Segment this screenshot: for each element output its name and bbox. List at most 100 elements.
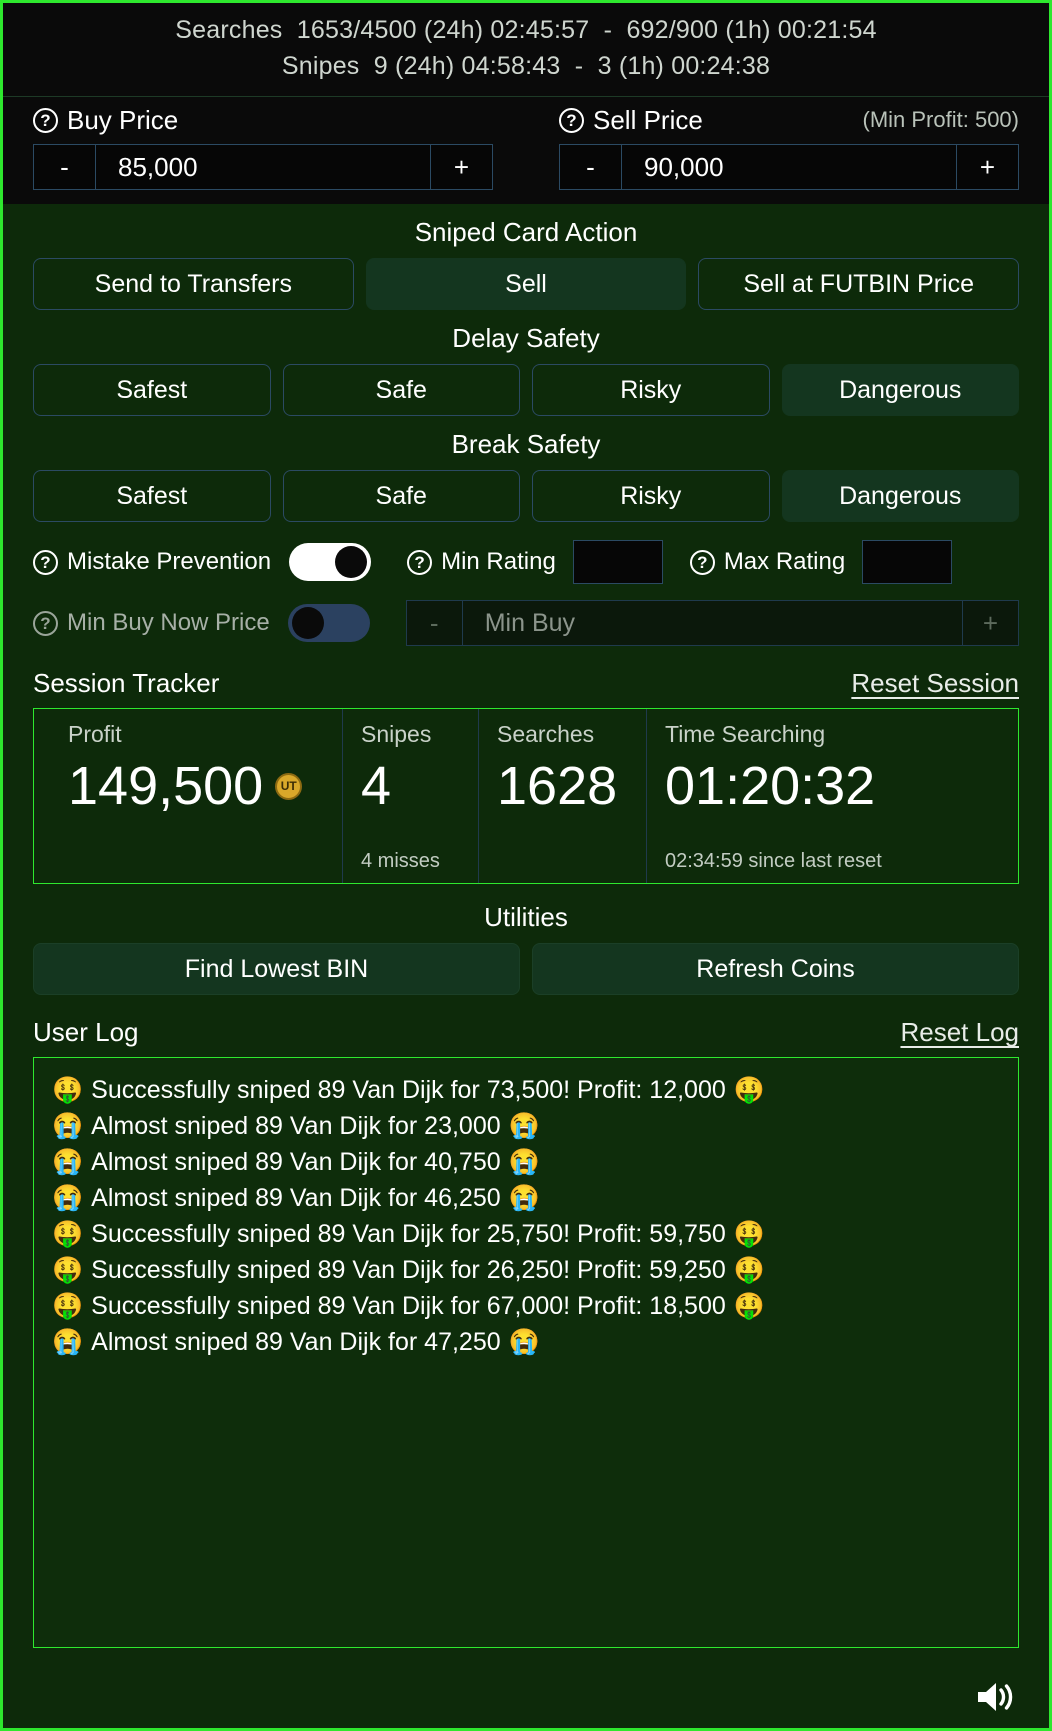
- user-log-list[interactable]: 🤑 Successfully sniped 89 Van Dijk for 73…: [33, 1057, 1019, 1648]
- delay-safety-safest-button[interactable]: Safest: [33, 364, 271, 416]
- session-tracker-panel: Profit 149,500 UT Snipes 4 4 misses Sear…: [33, 708, 1019, 884]
- min-buy-now-price-label: Min Buy Now Price: [67, 609, 270, 636]
- log-entry-text: Successfully sniped 89 Van Dijk for 67,0…: [91, 1292, 726, 1320]
- log-entry: 🤑 Successfully sniped 89 Van Dijk for 73…: [52, 1072, 1008, 1108]
- crying-face-icon: 😭: [52, 1147, 84, 1176]
- break-safety-safest-button[interactable]: Safest: [33, 470, 271, 522]
- sell-price-decrement-button[interactable]: -: [560, 145, 622, 189]
- sell-price-group: ? Sell Price (Min Profit: 500) - +: [559, 105, 1019, 190]
- searches-value: 1628: [497, 756, 618, 816]
- min-rating-input[interactable]: [572, 540, 663, 584]
- time-since-last-reset: 02:34:59 since last reset: [665, 850, 882, 872]
- delay-safety-safe-button[interactable]: Safe: [282, 364, 520, 416]
- log-entry-text: Almost sniped 89 Van Dijk for 46,250: [91, 1184, 501, 1212]
- min-buy-now-price-toggle[interactable]: [287, 604, 370, 642]
- price-area: ? Buy Price - + ? Sell Price (Min Profit…: [3, 97, 1049, 204]
- break-safety-group: Safest Safe Risky Dangerous: [33, 470, 1019, 522]
- sniped-card-action-title: Sniped Card Action: [414, 217, 638, 247]
- log-entry-text: Successfully sniped 89 Van Dijk for 25,7…: [91, 1220, 726, 1248]
- crying-face-icon: 😭: [508, 1327, 540, 1356]
- speaker-icon[interactable]: [975, 1679, 1017, 1715]
- help-icon[interactable]: ?: [33, 549, 58, 575]
- crying-face-icon: 😭: [52, 1183, 84, 1212]
- buy-price-label: Buy Price: [67, 104, 179, 135]
- log-entry: 😭 Almost sniped 89 Van Dijk for 23,000 😭: [52, 1108, 1008, 1144]
- sniped-action-send-to-transfers-button[interactable]: Send to Transfers: [33, 258, 354, 310]
- log-entry-text: Almost sniped 89 Van Dijk for 47,250: [91, 1328, 501, 1356]
- snipes-stats-line: Snipes 9 (24h) 04:58:43 - 3 (1h) 00:24:3…: [281, 51, 771, 80]
- crying-face-icon: 😭: [52, 1327, 84, 1356]
- log-entry: 😭 Almost sniped 89 Van Dijk for 47,250 😭: [52, 1324, 1008, 1360]
- buy-price-input[interactable]: [96, 145, 430, 189]
- break-safety-title: Break Safety: [451, 429, 601, 459]
- footer-bar: [3, 1666, 1049, 1728]
- log-entry: 🤑 Successfully sniped 89 Van Dijk for 67…: [52, 1288, 1008, 1324]
- mistake-prevention-row: ? Mistake Prevention ? Min Rating ? Max …: [33, 540, 1019, 584]
- delay-safety-dangerous-button[interactable]: Dangerous: [781, 364, 1019, 416]
- sell-price-label: Sell Price: [593, 104, 703, 135]
- help-icon[interactable]: ?: [559, 107, 584, 133]
- sniped-action-sell-at-futbin-price-button[interactable]: Sell at FUTBIN Price: [698, 258, 1020, 310]
- min-buy-stepper: - +: [405, 600, 1019, 646]
- log-entry-text: Almost sniped 89 Van Dijk for 23,000: [91, 1112, 501, 1140]
- sniper-app-window: Searches 1653/4500 (24h) 02:45:57 - 692/…: [0, 0, 1052, 1731]
- log-entry: 😭 Almost sniped 89 Van Dijk for 46,250 😭: [52, 1180, 1008, 1216]
- help-icon[interactable]: ?: [33, 107, 58, 133]
- sell-price-input[interactable]: [622, 145, 956, 189]
- delay-safety-risky-button[interactable]: Risky: [532, 364, 770, 416]
- crying-face-icon: 😭: [508, 1147, 540, 1176]
- money-face-icon: 🤑: [52, 1075, 84, 1104]
- help-icon[interactable]: ?: [33, 610, 58, 636]
- money-face-icon: 🤑: [52, 1291, 84, 1320]
- refresh-coins-button[interactable]: Refresh Coins: [532, 943, 1019, 995]
- main-body: Sniped Card Action Send to Transfers Sel…: [3, 204, 1049, 1666]
- money-face-icon: 🤑: [733, 1291, 765, 1320]
- buy-price-increment-button[interactable]: +: [430, 145, 492, 189]
- min-profit-label: (Min Profit: 500): [862, 107, 1020, 132]
- min-buy-increment-button[interactable]: +: [962, 601, 1018, 645]
- sniped-action-sell-button[interactable]: Sell: [365, 258, 687, 310]
- min-buy-now-price-row: ? Min Buy Now Price - +: [33, 600, 1019, 646]
- profit-value: 149,500: [68, 756, 264, 816]
- break-safety-risky-button[interactable]: Risky: [532, 470, 770, 522]
- mistake-prevention-toggle[interactable]: [289, 543, 372, 581]
- min-buy-decrement-button[interactable]: -: [407, 601, 463, 645]
- help-icon[interactable]: ?: [689, 549, 715, 575]
- toggle-knob: [335, 546, 368, 578]
- price-row: ? Buy Price - + ? Sell Price (Min Profit…: [33, 105, 1019, 190]
- break-safety-dangerous-button[interactable]: Dangerous: [781, 470, 1019, 522]
- profit-caption: Profit: [68, 721, 122, 747]
- delay-safety-title: Delay Safety: [452, 323, 600, 353]
- money-face-icon: 🤑: [733, 1075, 765, 1104]
- delay-safety-group: Safest Safe Risky Dangerous: [33, 364, 1019, 416]
- toggle-knob: [291, 607, 324, 639]
- reset-log-button[interactable]: Reset Log: [900, 1017, 1019, 1048]
- log-entry-text: Successfully sniped 89 Van Dijk for 73,5…: [91, 1076, 726, 1104]
- max-rating-input[interactable]: [862, 540, 953, 584]
- log-entry-text: Successfully sniped 89 Van Dijk for 26,2…: [91, 1256, 726, 1284]
- snipes-caption: Snipes: [361, 721, 432, 747]
- reset-session-button[interactable]: Reset Session: [851, 668, 1019, 699]
- crying-face-icon: 😭: [52, 1111, 84, 1140]
- log-entry: 😭 Almost sniped 89 Van Dijk for 40,750 😭: [52, 1144, 1008, 1180]
- min-buy-input[interactable]: [462, 601, 962, 645]
- time-searching-caption: Time Searching: [665, 721, 826, 747]
- log-entry: 🤑 Successfully sniped 89 Van Dijk for 26…: [52, 1252, 1008, 1288]
- break-safety-safe-button[interactable]: Safe: [282, 470, 520, 522]
- user-log-header: User Log Reset Log: [33, 1017, 1019, 1048]
- max-rating-label: Max Rating: [723, 548, 846, 575]
- buy-price-decrement-button[interactable]: -: [34, 145, 96, 189]
- buy-price-stepper: - +: [33, 144, 493, 190]
- find-lowest-bin-button[interactable]: Find Lowest BIN: [33, 943, 520, 995]
- sell-price-increment-button[interactable]: +: [956, 145, 1018, 189]
- money-face-icon: 🤑: [733, 1255, 765, 1284]
- help-icon[interactable]: ?: [407, 549, 433, 575]
- tracker-profit-cell: Profit 149,500 UT: [34, 709, 342, 883]
- money-face-icon: 🤑: [52, 1219, 84, 1248]
- sell-price-stepper: - +: [559, 144, 1019, 190]
- utilities-group: Find Lowest BIN Refresh Coins: [33, 943, 1019, 995]
- profit-value-wrap: 149,500 UT: [68, 758, 342, 815]
- mistake-prevention-label: Mistake Prevention: [67, 548, 272, 575]
- tracker-time-cell: Time Searching 01:20:32 02:34:59 since l…: [646, 709, 1018, 883]
- crying-face-icon: 😭: [508, 1183, 540, 1212]
